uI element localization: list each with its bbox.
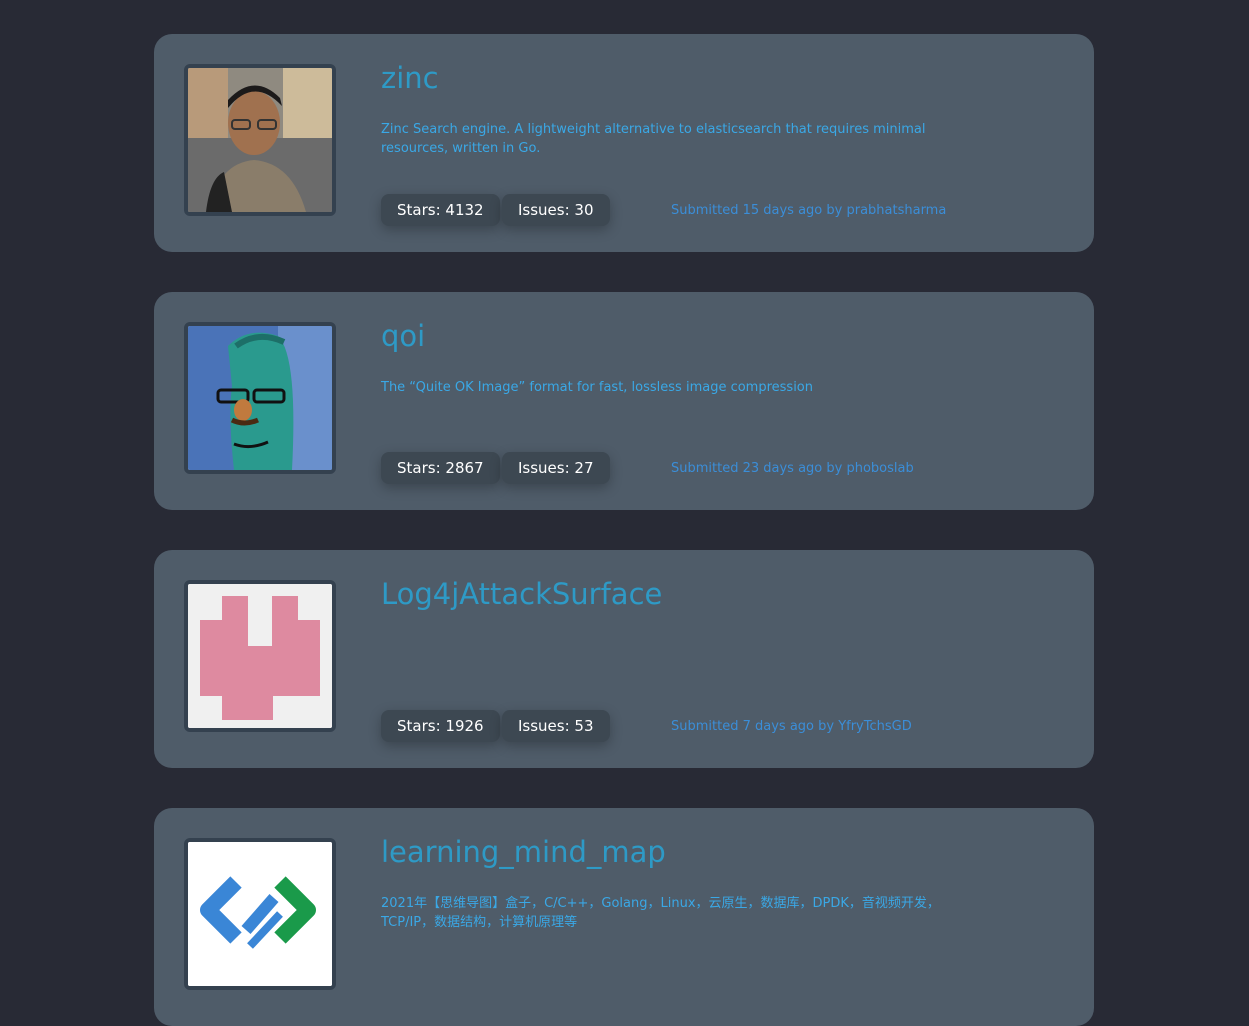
avatar-photo-person bbox=[188, 68, 332, 212]
submitted-info[interactable]: Submitted 23 days ago by phoboslab bbox=[671, 461, 914, 476]
user-avatar[interactable] bbox=[184, 64, 336, 216]
repo-description: 2021年【思维导图】盒子，C/C++，Golang，Linux，云原生，数据库… bbox=[381, 896, 940, 930]
repo-card: Log4jAttackSurface Stars: 1926 Issues: 5… bbox=[154, 550, 1094, 768]
repo-title-link[interactable]: qoi bbox=[381, 319, 425, 353]
user-avatar[interactable] bbox=[184, 322, 336, 474]
stars-badge: Stars: 4132 bbox=[381, 194, 500, 226]
repo-title-link[interactable]: learning_mind_map bbox=[381, 835, 666, 869]
issues-badge: Issues: 53 bbox=[502, 710, 610, 742]
repo-card: learning_mind_map 2021年【思维导图】盒子，C/C++，Go… bbox=[154, 808, 1094, 1026]
submitted-info[interactable]: Submitted 7 days ago by YfryTchsGD bbox=[671, 719, 912, 734]
repo-card: zinc Zinc Search engine. A lightweight a… bbox=[154, 34, 1094, 252]
repo-description: The “Quite OK Image” format for fast, lo… bbox=[381, 380, 814, 395]
avatar-identicon bbox=[188, 584, 332, 728]
user-avatar[interactable] bbox=[184, 580, 336, 732]
repo-title-link[interactable]: zinc bbox=[381, 61, 439, 95]
avatar-photo-character bbox=[188, 326, 332, 470]
repo-card: qoi The “Quite OK Image” format for fast… bbox=[154, 292, 1094, 510]
issues-badge: Issues: 27 bbox=[502, 452, 610, 484]
stars-badge: Stars: 1926 bbox=[381, 710, 500, 742]
stars-badge: Stars: 2867 bbox=[381, 452, 500, 484]
repo-title-link[interactable]: Log4jAttackSurface bbox=[381, 577, 662, 611]
issues-badge: Issues: 30 bbox=[502, 194, 610, 226]
repo-description: Zinc Search engine. A lightweight altern… bbox=[381, 122, 926, 156]
submitted-info[interactable]: Submitted 15 days ago by prabhatsharma bbox=[671, 203, 946, 218]
avatar-logo bbox=[188, 842, 332, 986]
user-avatar[interactable] bbox=[184, 838, 336, 990]
